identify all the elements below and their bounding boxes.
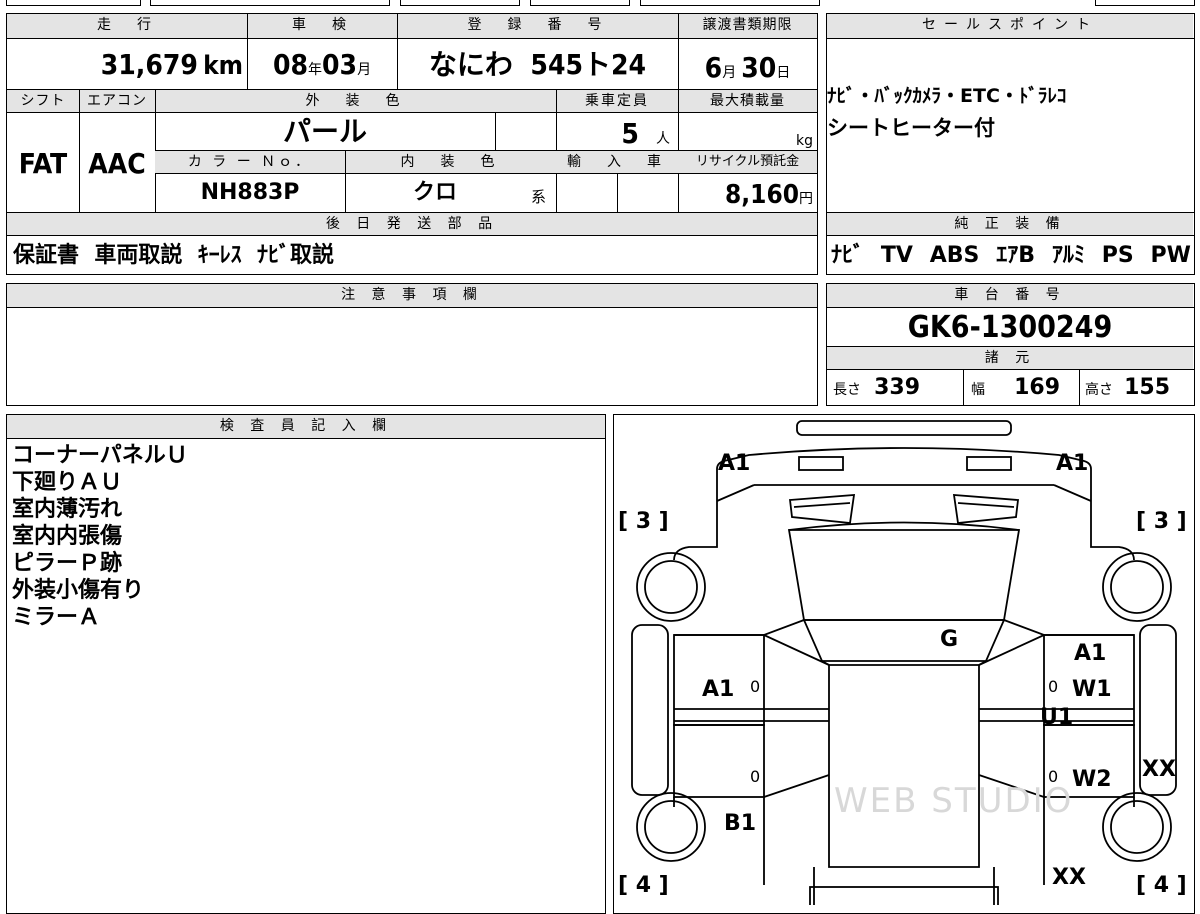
inspector-line: 外装小傷有り: [12, 578, 145, 603]
mark-corner-rear-right: [ 4 ]: [1136, 873, 1187, 898]
equipment-item: TV: [880, 243, 913, 268]
transfer-deadline-value: 6月 30日: [704, 51, 791, 84]
color-no-value: NH883P: [200, 180, 300, 205]
inspector-line: 下廻りＡＵ: [12, 470, 123, 495]
sales-point-line: シートヒーター付: [827, 116, 995, 140]
spec-height: 高さ 155: [1085, 375, 1171, 400]
chassis-number: GK6-1300249: [907, 310, 1113, 345]
transfer-deadline-label: 譲渡書類期限: [678, 14, 817, 38]
mark-rear-left: B1: [724, 811, 757, 836]
mark-u1: U1: [1040, 705, 1074, 730]
recycle-value-cell: 8,160円: [725, 180, 813, 210]
capacity-label: 乗車定員: [556, 90, 678, 112]
recycle-label: リサイクル預託金: [678, 151, 817, 173]
mark-front-right: A1: [1056, 451, 1089, 476]
mileage-label: 走 行: [7, 14, 247, 38]
mileage-value: 31,679: [100, 48, 198, 81]
standard-equipment-list: ﾅﾋﾞ TV ABS ｴｱB ｱﾙﾐ PS PW: [831, 237, 1191, 273]
spec-width: 幅 169: [971, 375, 1061, 400]
top-strip: [0, 0, 1200, 8]
watermark: WEB STUDIO: [834, 781, 1074, 821]
interior-color-value: クロ: [412, 180, 457, 205]
import-label: 輸 入 車: [556, 151, 678, 173]
equipment-item: ｴｱB: [996, 243, 1036, 268]
car-outline-svg: [631, 420, 1177, 905]
zero-mark: 0: [750, 767, 761, 786]
sales-point-label: セールスポイント: [827, 14, 1193, 38]
notes-box: 注 意 事 項 欄: [6, 283, 818, 406]
equipment-item: ｱﾙﾐ: [1051, 243, 1085, 268]
mark-right-front-door: A1: [1074, 641, 1107, 666]
standard-equipment-label: 純 正 装 備: [827, 213, 1193, 235]
zero-mark: 0: [1048, 767, 1059, 786]
mark-glass: G: [940, 627, 959, 652]
chassis-label: 車 台 番 号: [827, 284, 1193, 307]
capacity-value-cell: 5 人: [621, 117, 670, 150]
plate-value: なにわ 545ト24: [428, 48, 647, 81]
inspector-notes: コーナーパネルＵ 下廻りＡＵ 室内薄汚れ 室内内張傷 ピラーＰ跡 外装小傷有り …: [12, 442, 602, 631]
notes-value: [13, 312, 813, 402]
zero-mark: 0: [1048, 677, 1059, 696]
inspector-label: 検 査 員 記 入 欄: [7, 415, 605, 438]
mileage-unit: km: [203, 51, 243, 81]
mark-w2: W2: [1072, 767, 1112, 792]
equipment-item: PW: [1150, 243, 1191, 268]
spec-length: 長さ 339: [833, 375, 921, 400]
equipment-item: ﾅﾋﾞ: [831, 243, 865, 268]
specs-label: 諸 元: [827, 347, 1193, 369]
shift-label: シフト: [7, 90, 79, 112]
mark-corner-rear-left: [ 4 ]: [618, 873, 669, 898]
inspector-line: コーナーパネルＵ: [12, 443, 188, 468]
exterior-color-value: パール: [282, 115, 367, 148]
mark-front-left: A1: [718, 451, 751, 476]
shaken-year: 08: [272, 48, 308, 81]
shaken-label: 車 検: [247, 14, 397, 38]
mark-corner-front-left: [ 3 ]: [618, 509, 669, 534]
shift-value: FAT: [18, 147, 68, 180]
mark-xx-right: XX: [1142, 757, 1176, 782]
shaken-value-cell: 08年03月: [272, 48, 372, 81]
mileage-value-cell: 31,679 km: [7, 40, 243, 88]
exterior-color-label: 外 装 色: [155, 90, 556, 112]
aircon-label: エアコン: [79, 90, 155, 112]
inspector-line: ピラーＰ跡: [12, 551, 123, 576]
color-no-label: カ ラ ー Ｎｏ．: [155, 151, 345, 173]
zero-mark: 0: [750, 677, 761, 696]
interior-color-label: 内 装 色: [345, 151, 556, 173]
aircon-value: AAC: [88, 147, 146, 180]
equipment-item: ABS: [929, 243, 980, 268]
mark-w1: W1: [1072, 677, 1112, 702]
vehicle-info-table: 走 行 車 検 登 録 番 号 譲渡書類期限 31,679 km 08年03月 …: [6, 13, 818, 275]
sales-point-lines: ﾅﾋﾞ・ﾊﾞｯｸｶﾒﾗ・ETC・ﾄﾞﾗﾚｺ シートヒーター付: [827, 80, 1193, 144]
later-items-label: 後 日 発 送 部 品: [7, 213, 817, 235]
plate-label: 登 録 番 号: [397, 14, 678, 38]
notes-label: 注 意 事 項 欄: [7, 284, 817, 307]
equipment-item: PS: [1101, 243, 1134, 268]
interior-color-unit: 系: [531, 188, 547, 206]
mark-xx-bottom: XX: [1052, 865, 1086, 890]
inspector-line: ミラーＡ: [12, 605, 101, 630]
inspector-box: 検 査 員 記 入 欄 コーナーパネルＵ 下廻りＡＵ 室内薄汚れ 室内内張傷 ピ…: [6, 414, 606, 914]
sales-point-box: セールスポイント ﾅﾋﾞ・ﾊﾞｯｸｶﾒﾗ・ETC・ﾄﾞﾗﾚｺ シートヒーター付 …: [826, 13, 1195, 275]
mark-corner-front-right: [ 3 ]: [1136, 509, 1187, 534]
inspector-line: 室内薄汚れ: [12, 497, 123, 522]
sales-point-line: ﾅﾋﾞ・ﾊﾞｯｸｶﾒﾗ・ETC・ﾄﾞﾗﾚｺ: [827, 85, 1067, 107]
shaken-month: 03: [322, 48, 358, 81]
mark-left-front-door: A1: [702, 677, 735, 702]
max-load-value-cell: kg: [796, 133, 813, 149]
chassis-box: 車 台 番 号 GK6-1300249 諸 元 長さ 339 幅 169 高さ …: [826, 283, 1195, 406]
inspector-line: 室内内張傷: [12, 524, 123, 549]
later-items-value: 保証書 車両取説 ｷｰﾚｽ ﾅﾋﾞ取説: [13, 243, 334, 268]
car-damage-diagram: WEB STUDIO A1 A1 [ 3 ] [ 3 ] G A1 A1 0 0…: [613, 414, 1195, 914]
max-load-label: 最大積載量: [678, 90, 817, 112]
